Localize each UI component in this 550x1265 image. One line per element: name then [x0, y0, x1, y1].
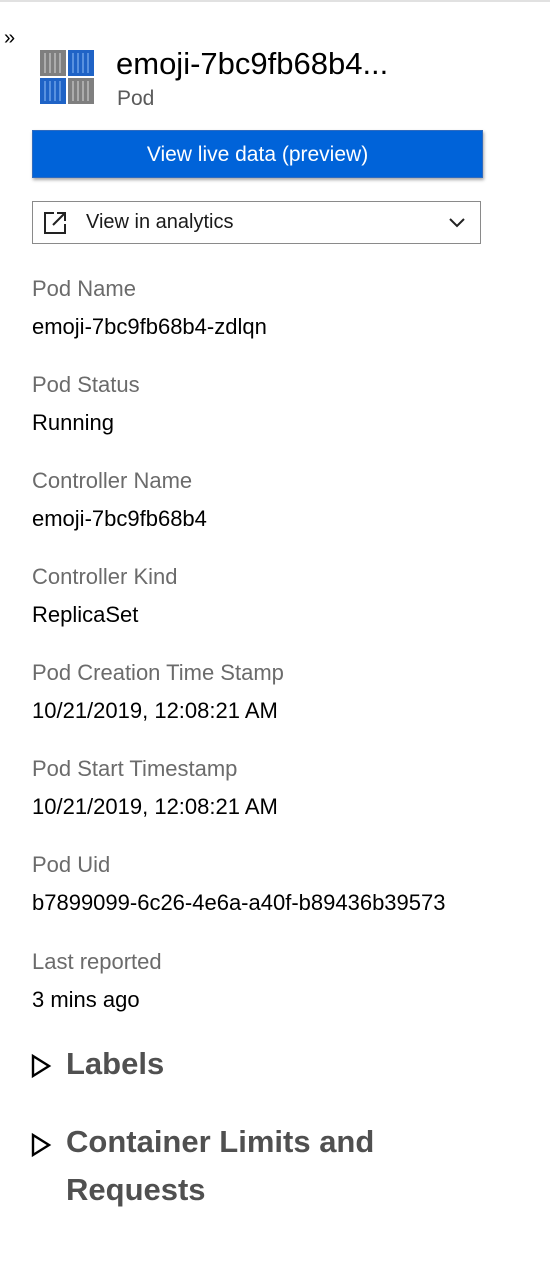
pod-status-label: Pod Status [32, 372, 140, 397]
controller-name-value: emoji-7bc9fb68b4 [32, 506, 207, 531]
container-limits-section-header[interactable]: Container Limits and Requests [30, 1118, 510, 1218]
view-in-analytics-dropdown[interactable]: View in analytics [32, 201, 481, 244]
pod-name-label: Pod Name [32, 276, 136, 301]
pod-icon [40, 50, 94, 104]
chevron-down-icon [449, 218, 465, 228]
pod-uid-label: Pod Uid [32, 852, 111, 877]
last-reported-label: Last reported [32, 949, 162, 974]
external-link-icon [44, 212, 66, 234]
pod-type-label: Pod [117, 87, 155, 110]
collapse-panel-icon[interactable]: » [4, 26, 15, 50]
expand-triangle-icon [31, 1132, 52, 1158]
view-live-data-button[interactable]: View live data (preview) [32, 130, 483, 178]
container-limits-section-title: Container Limits and Requests [66, 1124, 375, 1207]
pod-start-timestamp-label: Pod Start Timestamp [32, 756, 238, 781]
labels-section-title: Labels [66, 1046, 165, 1081]
top-divider [0, 0, 550, 2]
controller-name-label: Controller Name [32, 468, 193, 493]
pod-status-value: Running [32, 410, 114, 435]
pod-name-value: emoji-7bc9fb68b4-zdlqn [32, 314, 267, 339]
last-reported-value: 3 mins ago [32, 987, 140, 1012]
pod-start-timestamp-value: 10/21/2019, 12:08:21 AM [32, 794, 278, 819]
pod-creation-time-label: Pod Creation Time Stamp [32, 660, 284, 685]
view-in-analytics-label: View in analytics [86, 211, 234, 233]
pod-title: emoji-7bc9fb68b4... [116, 46, 389, 81]
expand-triangle-icon [31, 1053, 52, 1079]
controller-kind-value: ReplicaSet [32, 602, 139, 627]
pod-creation-time-value: 10/21/2019, 12:08:21 AM [32, 698, 278, 723]
pod-uid-value: b7899099-6c26-4e6a-a40f-b89436b39573 [32, 890, 446, 915]
controller-kind-label: Controller Kind [32, 564, 178, 589]
labels-section-header[interactable]: Labels [30, 1040, 510, 1088]
